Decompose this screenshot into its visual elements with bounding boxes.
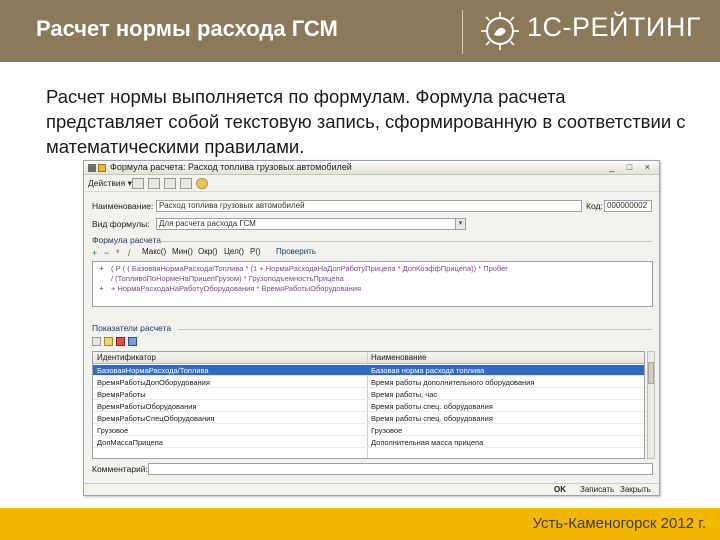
- divide-icon[interactable]: /: [128, 248, 137, 258]
- slide-header: Расчет нормы расхода ГСМ 1С-РЕЙТИНГ: [0, 0, 720, 62]
- formula-editor[interactable]: + + ( Р ( ( БазоваяНормаРасхода/Топлива …: [92, 261, 653, 307]
- ok-button[interactable]: OK: [554, 485, 566, 494]
- func-max-button[interactable]: Макс(): [142, 247, 166, 256]
- formula-section-title: Формула расчета: [92, 235, 161, 245]
- delete-icon[interactable]: [116, 337, 125, 346]
- code-label: Код:: [586, 201, 603, 211]
- params-table: Идентификатор Наименование БазоваяНормаР…: [92, 351, 645, 459]
- cell-name: Время работы спец. оборудования: [371, 402, 493, 411]
- edit-icon[interactable]: [104, 337, 113, 346]
- scroll-thumb[interactable]: [648, 362, 654, 384]
- form-toolbar: Действия ▾: [84, 176, 659, 192]
- intro-text: Расчет нормы выполняется по формулам. Фо…: [46, 86, 686, 157]
- table-row[interactable]: БазоваяНормаРасхода/Топлива Базовая норма…: [93, 365, 644, 376]
- app-menu-icon[interactable]: [88, 164, 96, 172]
- cell-identifier: ВремяРаботыСпецОборудования: [97, 414, 215, 423]
- comment-label: Комментарий:: [92, 464, 148, 474]
- column-header-name[interactable]: Наименование: [371, 353, 426, 362]
- brand-logo-icon: [481, 12, 519, 50]
- brand-name: 1С-РЕЙТИНГ: [527, 12, 701, 42]
- formula-form-window: Формула расчета: Расход топлива грузовых…: [83, 160, 660, 496]
- formula-line: + НормаРасходаНаРаботуОборудования * Вре…: [111, 284, 362, 293]
- window-titlebar[interactable]: Формула расчета: Расход топлива грузовых…: [84, 161, 659, 175]
- add-icon[interactable]: [92, 337, 101, 346]
- cell-name: Время работы спец. оборудования: [371, 414, 493, 423]
- func-round-button[interactable]: Окр(): [198, 247, 218, 256]
- cell-name: Грузовое: [371, 426, 403, 435]
- func-min-button[interactable]: Мин(): [172, 247, 193, 256]
- cell-name: Время работы дополнительного оборудовани…: [371, 378, 535, 387]
- chevron-down-icon[interactable]: ▾: [455, 219, 465, 229]
- gutter-marker: +: [99, 264, 104, 273]
- table-row[interactable]: ДопМассаПрицепа Дополнительная масса приц…: [93, 437, 644, 448]
- formula-type-value: Для расчета расхода ГСМ: [159, 219, 256, 228]
- name-input[interactable]: Расход топлива грузовых автомобилей: [156, 200, 582, 212]
- cell-identifier: Грузовое: [97, 426, 129, 435]
- copy-icon[interactable]: [164, 178, 176, 189]
- table-row[interactable]: ВремяРаботыСпецОборудования Время работы …: [93, 413, 644, 424]
- check-formula-button[interactable]: Проверить: [276, 247, 316, 256]
- table-row[interactable]: ВремяРаботыДопОборудования Время работы д…: [93, 377, 644, 388]
- minus-icon[interactable]: −: [104, 248, 113, 258]
- actions-menu[interactable]: Действия ▾: [88, 178, 132, 189]
- cell-identifier: ВремяРаботыОборудования: [97, 402, 197, 411]
- formula-line: / (ТопливоПоНормеНаПрицепГрузом) * Грузо…: [111, 274, 344, 283]
- slide-footer: Усть-Каменогорск 2012 г.: [0, 508, 720, 540]
- formula-toolbar: + − * / Макс() Мин() Окр() Цел() Р() Про…: [92, 247, 653, 259]
- formula-line: ( Р ( ( БазоваяНормаРасхода/Топлива * (1…: [111, 264, 509, 273]
- table-row[interactable]: ВремяРаботы Время работы, час: [93, 389, 644, 400]
- cell-name: Дополнительная масса прицепа: [371, 438, 484, 447]
- refresh-icon[interactable]: [180, 178, 192, 189]
- cell-name: Время работы, час: [371, 390, 438, 399]
- form-icon: [98, 164, 106, 172]
- form-button-bar: OK Записать Закрыть: [84, 483, 659, 495]
- table-scrollbar[interactable]: [647, 351, 655, 459]
- plus-icon[interactable]: +: [92, 248, 101, 258]
- cell-identifier: БазоваяНормаРасхода/Топлива: [97, 366, 209, 375]
- formula-type-label: Вид формулы:: [92, 219, 150, 229]
- footer-location: Усть-Каменогорск 2012 г.: [532, 515, 706, 532]
- params-toolbar: [92, 336, 292, 348]
- cell-name: Базовая норма расхода топлива: [371, 366, 485, 375]
- gutter-marker: +: [99, 284, 104, 293]
- column-header-id[interactable]: Идентификатор: [97, 353, 156, 362]
- code-input[interactable]: 000000002: [604, 200, 652, 212]
- formula-type-select[interactable]: Для расчета расхода ГСМ ▾: [156, 218, 466, 230]
- multiply-icon[interactable]: *: [116, 248, 125, 258]
- table-header: Идентификатор Наименование: [93, 352, 644, 364]
- close-button[interactable]: Закрыть: [620, 485, 651, 494]
- table-row[interactable]: ВремяРаботыОборудования Время работы спец…: [93, 401, 644, 412]
- name-label: Наименование:: [92, 201, 154, 211]
- save-toolbar-icon[interactable]: [132, 178, 144, 189]
- header-divider: [462, 10, 463, 54]
- table-row[interactable]: Грузовое Грузовое: [93, 425, 644, 436]
- comment-input[interactable]: [148, 463, 653, 475]
- slide-title: Расчет нормы расхода ГСМ: [36, 16, 338, 41]
- func-int-button[interactable]: Цел(): [224, 247, 244, 256]
- save-close-icon[interactable]: [148, 178, 160, 189]
- window-title: Формула расчета: Расход топлива грузовых…: [110, 162, 352, 172]
- refresh-icon[interactable]: [128, 337, 137, 346]
- help-icon[interactable]: [196, 178, 208, 189]
- section-divider: [156, 241, 652, 242]
- cell-identifier: ДопМассаПрицепа: [97, 438, 163, 447]
- cell-identifier: ВремяРаботыДопОборудования: [97, 378, 210, 387]
- params-section-title: Показатели расчета: [92, 323, 172, 333]
- save-button[interactable]: Записать: [580, 485, 614, 494]
- section-divider: [178, 329, 652, 330]
- func-r-button[interactable]: Р(): [250, 247, 261, 256]
- cell-identifier: ВремяРаботы: [97, 390, 146, 399]
- window-controls[interactable]: _ □ ×: [609, 162, 655, 172]
